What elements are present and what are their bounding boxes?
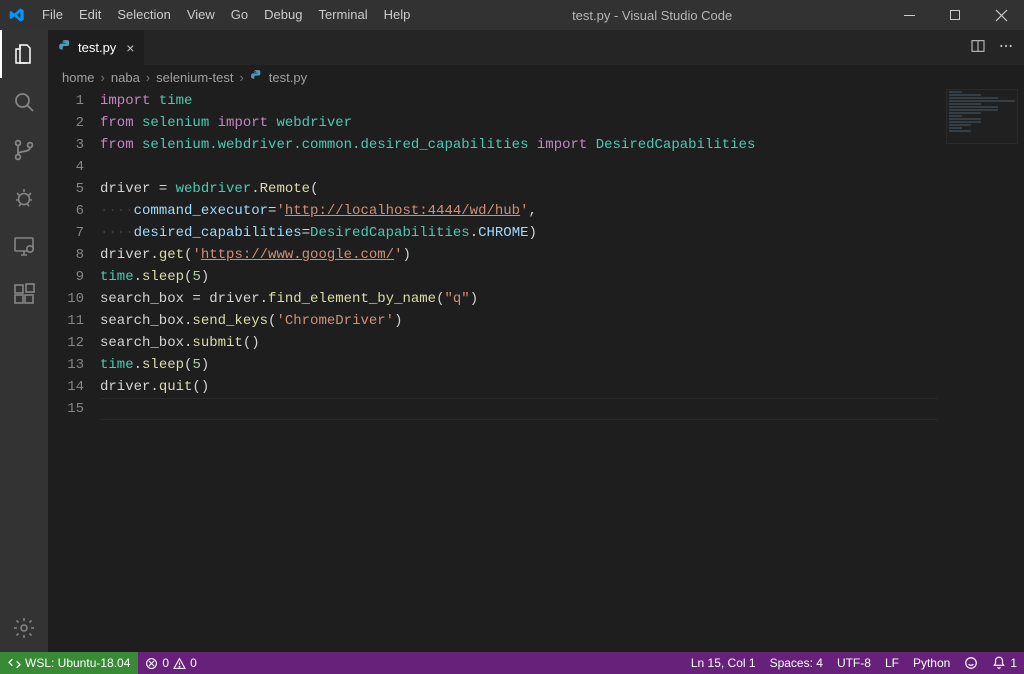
code-editor[interactable]: 123456789101112131415 import timefrom se… [48,89,1024,652]
menu-view[interactable]: View [179,0,223,30]
tab-label: test.py [78,40,116,55]
title-bar: FileEditSelectionViewGoDebugTerminalHelp… [0,0,1024,30]
more-actions-icon[interactable] [998,38,1014,57]
window-maximize-button[interactable] [932,0,978,30]
status-language[interactable]: Python [906,652,957,674]
editor-area: test.py × home › naba › selenium-test › [48,30,1024,652]
menu-edit[interactable]: Edit [71,0,109,30]
activity-extensions-icon[interactable] [0,270,48,318]
activity-settings-icon[interactable] [0,604,48,652]
status-feedback-icon[interactable] [957,652,985,674]
split-editor-icon[interactable] [970,38,986,57]
menu-terminal[interactable]: Terminal [310,0,375,30]
line-number-gutter: 123456789101112131415 [48,89,100,652]
chevron-right-icon: › [101,70,105,85]
tab-test-py[interactable]: test.py × [48,30,145,65]
menu-debug[interactable]: Debug [256,0,310,30]
chevron-right-icon: › [146,70,150,85]
status-eol[interactable]: LF [878,652,906,674]
breadcrumbs[interactable]: home › naba › selenium-test › test.py [48,65,1024,89]
python-file-icon [250,69,263,85]
activity-search-icon[interactable] [0,78,48,126]
breadcrumb-item[interactable]: selenium-test [156,70,233,85]
menu-file[interactable]: File [34,0,71,30]
breadcrumb-item[interactable]: test.py [269,70,307,85]
window-title: test.py - Visual Studio Code [418,8,886,23]
status-encoding[interactable]: UTF-8 [830,652,878,674]
breadcrumb-item[interactable]: naba [111,70,140,85]
menu-help[interactable]: Help [376,0,419,30]
menu-go[interactable]: Go [223,0,256,30]
status-problems[interactable]: 0 0 [138,652,203,674]
activity-debug-icon[interactable] [0,174,48,222]
window-minimize-button[interactable] [886,0,932,30]
python-file-icon [58,39,72,56]
editor-tabs: test.py × [48,30,1024,65]
status-indentation[interactable]: Spaces: 4 [763,652,830,674]
menu-selection[interactable]: Selection [109,0,178,30]
minimap[interactable] [946,89,1018,144]
activity-remote-icon[interactable] [0,222,48,270]
vscode-logo-icon [0,7,34,23]
status-cursor-position[interactable]: Ln 15, Col 1 [684,652,763,674]
status-notifications[interactable]: 1 [985,652,1024,674]
activity-explorer-icon[interactable] [0,30,48,78]
status-bar: WSL: Ubuntu-18.04 0 0 Ln 15, Col 1 Space… [0,652,1024,674]
chevron-right-icon: › [239,70,243,85]
breadcrumb-item[interactable]: home [62,70,95,85]
activity-bar [0,30,48,652]
main-menu: FileEditSelectionViewGoDebugTerminalHelp [34,0,418,30]
status-remote[interactable]: WSL: Ubuntu-18.04 [0,652,138,674]
window-close-button[interactable] [978,0,1024,30]
tab-close-icon[interactable]: × [126,40,134,56]
activity-source-control-icon[interactable] [0,126,48,174]
code-content[interactable]: import timefrom selenium import webdrive… [100,89,1024,652]
